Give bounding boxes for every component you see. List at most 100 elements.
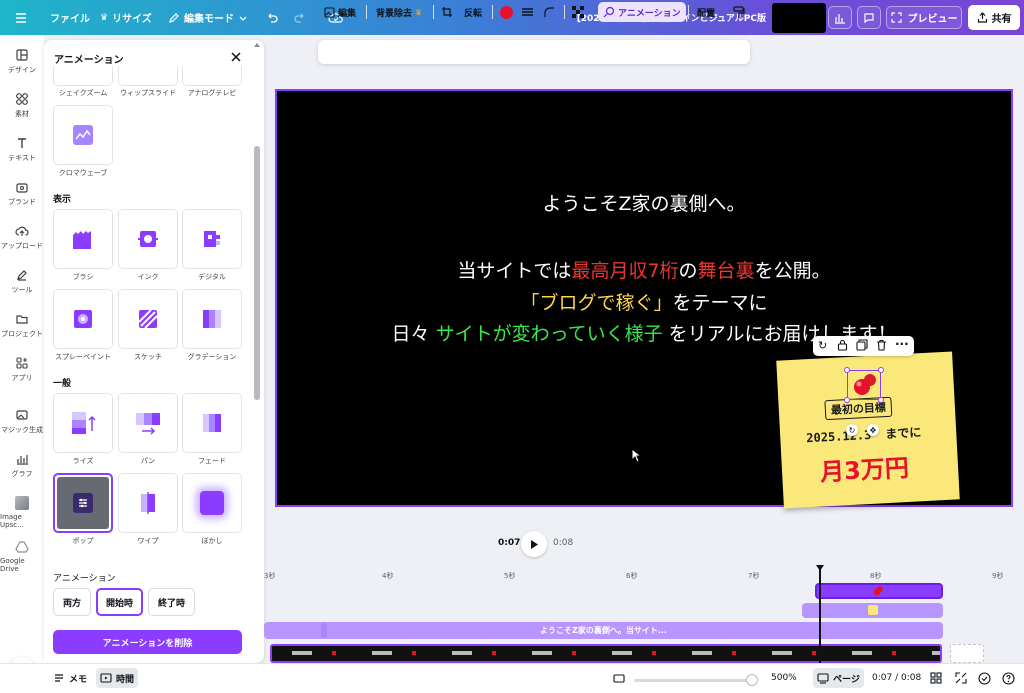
color-button[interactable]: [500, 0, 513, 24]
zoom-out-icon[interactable]: [613, 663, 625, 693]
delete-animation-button[interactable]: アニメーションを削除: [53, 630, 242, 654]
notes-button[interactable]: メモ: [53, 663, 87, 693]
anim-card-pop-selected[interactable]: [53, 473, 113, 533]
rail-projects[interactable]: プロジェクト: [0, 312, 44, 339]
anim-card-ink[interactable]: [118, 209, 178, 269]
animate-button-active[interactable]: アニメーション: [598, 2, 686, 22]
help-icon[interactable]: [1002, 663, 1015, 693]
resize-handle[interactable]: [878, 367, 884, 373]
anim-card-analog-tv[interactable]: [182, 66, 242, 86]
arrange-button[interactable]: 配置: [697, 0, 715, 24]
timeline-track-sticky-note[interactable]: [802, 603, 943, 618]
anim-card-shake-zoom[interactable]: [53, 66, 113, 86]
anim-card-sketch[interactable]: [118, 289, 178, 349]
rail-design[interactable]: デザイン: [0, 48, 44, 75]
sliders-icon[interactable]: [73, 493, 93, 513]
rail-tools[interactable]: ツール: [0, 268, 44, 295]
play-button[interactable]: [521, 531, 547, 557]
anim-card-chroma-wave[interactable]: [53, 105, 113, 165]
user-avatar-block[interactable]: [772, 3, 826, 33]
rotate-handle-icon[interactable]: ↻: [846, 424, 858, 436]
rail-text[interactable]: テキスト: [0, 136, 44, 163]
file-menu[interactable]: ファイル: [50, 0, 90, 35]
duplicate-icon[interactable]: [856, 339, 868, 354]
resize-handle[interactable]: [878, 397, 884, 403]
tab-both[interactable]: 両方: [53, 588, 91, 616]
hamburger-menu-icon[interactable]: [14, 0, 28, 35]
transparency-button[interactable]: [572, 0, 584, 24]
add-page-slot[interactable]: [950, 644, 984, 663]
rail-image-upscaler[interactable]: Image Upsc...: [0, 496, 44, 529]
rail-label: プロジェクト: [1, 330, 43, 338]
anim-card-pan[interactable]: [118, 393, 178, 453]
resize-handle[interactable]: [844, 397, 850, 403]
rail-label: Google Drive: [0, 557, 25, 573]
insights-button[interactable]: [828, 6, 852, 29]
panel-scrollbar[interactable]: [254, 146, 260, 400]
resize-button[interactable]: ♛ リサイズ: [100, 0, 152, 35]
anim-card-digital[interactable]: [182, 209, 242, 269]
more-options-icon[interactable]: ···: [895, 337, 909, 351]
anim-label: ライズ: [72, 457, 94, 465]
timeline-toggle-button[interactable]: 時間: [96, 668, 139, 688]
timeline-track-page-video[interactable]: [270, 644, 942, 663]
trash-icon[interactable]: [876, 339, 887, 354]
anim-label: ポップ: [72, 537, 94, 545]
scroll-up-icon[interactable]: [253, 42, 261, 48]
rail-brand[interactable]: ブランド: [0, 180, 44, 207]
undo-button[interactable]: [265, 0, 279, 35]
selection-box[interactable]: [847, 370, 881, 400]
rotate-icon[interactable]: ↻: [818, 339, 827, 352]
canvas-line-theme[interactable]: 「ブログで稼ぐ」をテーマに: [277, 288, 1011, 315]
tab-on-exit[interactable]: 終了時: [148, 588, 195, 616]
copy-style-button[interactable]: [733, 0, 745, 24]
timeline-track-text[interactable]: ようこそZ家の裏側へ。当サイト...: [264, 622, 943, 639]
comments-button[interactable]: [857, 6, 881, 29]
rail-apps[interactable]: アプリ: [0, 356, 44, 383]
anim-card-blur[interactable]: [182, 473, 242, 533]
play-icon: [531, 539, 538, 549]
fullscreen-icon[interactable]: [955, 663, 967, 693]
check-circle-icon[interactable]: [978, 663, 991, 693]
timeline-playhead[interactable]: [819, 568, 821, 663]
zoom-slider-track[interactable]: [634, 679, 756, 682]
move-handle-icon[interactable]: ✥: [867, 424, 879, 436]
grid-view-icon[interactable]: [930, 663, 942, 693]
edit-image-button[interactable]: 編集: [324, 0, 356, 24]
share-button[interactable]: 共有: [968, 5, 1020, 30]
page-view-button[interactable]: ページ: [813, 668, 864, 688]
close-icon[interactable]: [229, 50, 243, 64]
rail-elements[interactable]: 素材: [0, 92, 44, 119]
flip-button[interactable]: 反転: [464, 0, 482, 24]
rail-google-drive[interactable]: Google Drive: [0, 540, 44, 573]
rail-charts[interactable]: グラフ: [0, 452, 44, 479]
rail-magic-media[interactable]: マジック生成: [0, 408, 44, 435]
anim-card-wipe[interactable]: [118, 473, 178, 533]
anim-card-whip-slide[interactable]: [118, 66, 178, 86]
preview-button[interactable]: プレビュー: [886, 6, 962, 29]
anim-card-fade[interactable]: [182, 393, 242, 453]
rail-label: ブランド: [8, 198, 36, 206]
bg-remove-button[interactable]: 背景除去 ♛: [376, 0, 422, 24]
corner-rounding-button[interactable]: [543, 0, 555, 24]
anim-card-rise[interactable]: [53, 393, 113, 453]
playhead-marker-icon[interactable]: [815, 564, 825, 572]
canvas-line-welcome[interactable]: ようこそZ家の裏側へ。: [277, 189, 1011, 216]
rail-uploads[interactable]: アップロード: [0, 224, 44, 251]
lock-icon[interactable]: [837, 339, 848, 354]
border-style-button[interactable]: [521, 0, 534, 24]
edit-mode-dropdown[interactable]: 編集モード: [168, 0, 248, 35]
canvas-line-intro[interactable]: 当サイトでは最高月収7桁の舞台裏を公開。: [277, 256, 1011, 283]
resize-handle[interactable]: [844, 367, 850, 373]
zoom-level[interactable]: 500%: [771, 663, 797, 693]
redo-button[interactable]: [293, 0, 307, 35]
text-span: をテーマに: [672, 292, 768, 314]
timeline-track-pushpin[interactable]: [815, 583, 943, 599]
anim-card-brush[interactable]: [53, 209, 113, 269]
tab-on-enter[interactable]: 開始時: [96, 588, 143, 616]
anim-card-spray-paint[interactable]: [53, 289, 113, 349]
zoom-slider-handle[interactable]: [746, 674, 758, 686]
anim-card-gradation[interactable]: [182, 289, 242, 349]
crop-button[interactable]: [441, 0, 453, 24]
track-trim-handle[interactable]: [321, 623, 327, 638]
